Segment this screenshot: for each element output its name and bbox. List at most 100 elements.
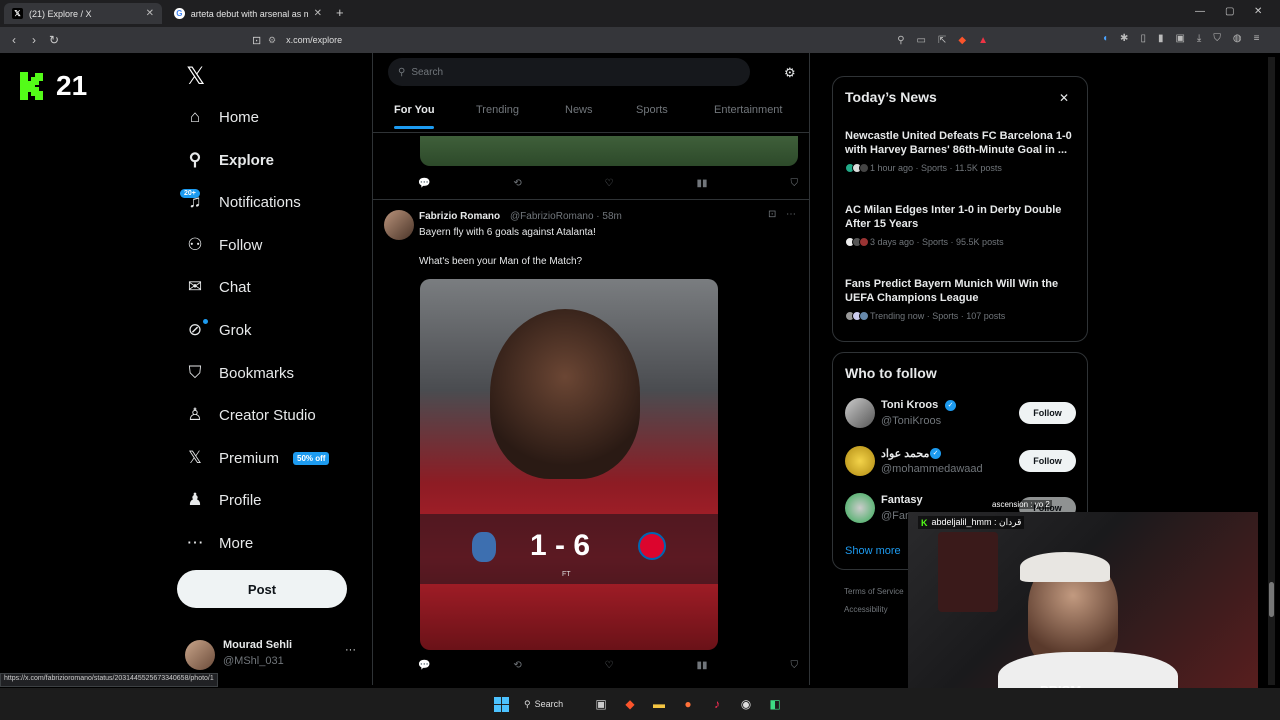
show-more-link[interactable]: Show more bbox=[845, 545, 901, 557]
obs-icon[interactable]: ◉ bbox=[736, 694, 756, 714]
notifications-badge: 20+ bbox=[180, 189, 200, 198]
reply-icon[interactable]: 💬 bbox=[418, 660, 430, 671]
scrollbar-thumb[interactable] bbox=[1269, 582, 1274, 617]
wallet-icon[interactable]: ▣ bbox=[1175, 33, 1184, 44]
avatar[interactable] bbox=[845, 446, 875, 476]
sidebar-item-more[interactable]: ⋯ More bbox=[185, 526, 254, 560]
search-input[interactable]: ⚲ Search bbox=[388, 58, 750, 86]
like-icon[interactable]: ♡ bbox=[605, 660, 614, 671]
maximize-button[interactable]: ▢ bbox=[1225, 6, 1234, 17]
tab-for-you[interactable]: For You bbox=[394, 104, 435, 116]
menu-icon[interactable]: ≡ bbox=[1254, 33, 1260, 44]
brave-shield-icon[interactable]: ◆ bbox=[958, 35, 966, 46]
close-window-button[interactable]: ✕ bbox=[1254, 6, 1262, 17]
share-icon[interactable]: ⇱ bbox=[938, 35, 946, 46]
taskbar-search[interactable]: ⚲ Search bbox=[524, 694, 579, 714]
news-title: Today’s News bbox=[845, 89, 937, 105]
vpn-icon[interactable]: ⛉ bbox=[1213, 33, 1221, 44]
reload-icon[interactable]: ↻ bbox=[44, 33, 64, 47]
tweet-image[interactable]: 1 - 6 FT bbox=[420, 279, 718, 650]
views-icon[interactable]: ▮▮ bbox=[697, 178, 708, 189]
address-bar[interactable]: ⊡ ⚙ x.com/explore ⚲ ▭ ⇱ ◆ ▲ bbox=[252, 31, 988, 49]
terms-link[interactable]: Terms of Service bbox=[844, 587, 904, 596]
close-tab-icon[interactable]: ✕ bbox=[146, 8, 154, 19]
tab-news[interactable]: News bbox=[565, 104, 593, 116]
tweet-avatar[interactable] bbox=[384, 210, 414, 240]
tweet-more-icon[interactable]: ⋯ bbox=[786, 209, 796, 220]
repost-icon[interactable]: ⟲ bbox=[513, 660, 521, 671]
previous-tweet-media[interactable] bbox=[420, 136, 798, 166]
follow-button[interactable]: Follow bbox=[1019, 402, 1076, 424]
sidebar-item-explore[interactable]: ⚲ Explore bbox=[185, 143, 274, 177]
sidebar-icon[interactable]: ▯ bbox=[1140, 33, 1146, 44]
split-view-icon[interactable]: ▮ bbox=[1158, 33, 1164, 44]
account-switcher[interactable]: Mourad Sehli @MShl_031 ··· bbox=[185, 638, 360, 672]
sidebar-item-chat[interactable]: ✉ Chat bbox=[185, 270, 251, 304]
news-item[interactable]: AC Milan Edges Inter 1-0 in Derby Double… bbox=[845, 203, 1077, 247]
avatars-icon bbox=[845, 163, 869, 173]
tab-trending[interactable]: Trending bbox=[476, 104, 519, 116]
windows-start-icon[interactable] bbox=[491, 694, 511, 714]
scrollbar-track[interactable] bbox=[1268, 57, 1275, 685]
avatar[interactable] bbox=[845, 493, 875, 523]
firefox-icon[interactable]: ● bbox=[678, 694, 698, 714]
sidebar-item-notifications[interactable]: ♫ Notifications bbox=[185, 185, 301, 219]
tweet-author[interactable]: Fabrizio Romano bbox=[419, 211, 500, 222]
brave-browser-icon[interactable]: ◆ bbox=[620, 694, 640, 714]
new-tab-button[interactable]: + bbox=[336, 5, 344, 20]
settings-gear-icon[interactable]: ⚙ bbox=[784, 65, 796, 81]
like-icon[interactable]: ♡ bbox=[605, 178, 614, 189]
reply-icon[interactable]: 💬 bbox=[418, 178, 430, 189]
sidebar-item-profile[interactable]: ♟ Profile bbox=[185, 483, 261, 517]
download-icon[interactable]: ⤓ bbox=[1197, 33, 1201, 44]
sidebar-item-bookmarks[interactable]: ⛉ Bookmarks bbox=[185, 356, 294, 390]
app-icon[interactable]: ◧ bbox=[765, 694, 785, 714]
grok-dot bbox=[203, 319, 208, 324]
tiktok-icon[interactable]: ♪ bbox=[707, 694, 727, 714]
search-icon: ⚲ bbox=[524, 698, 531, 709]
browser-tab-google[interactable]: G arteta debut with arsenal as manage ✕ bbox=[166, 3, 330, 24]
site-info-icon[interactable]: ⚙ bbox=[268, 35, 276, 46]
chat-message: ascension : yo 2 bbox=[990, 500, 1052, 509]
bookmark-icon[interactable]: ⛉ bbox=[790, 660, 798, 671]
more-options-icon[interactable]: ··· bbox=[345, 644, 356, 656]
sidebar-item-follow[interactable]: ⚇ Follow bbox=[185, 228, 262, 262]
grok-tweet-icon[interactable]: ⊡ bbox=[768, 209, 776, 220]
verified-icon: ✓ bbox=[945, 400, 956, 411]
avatar[interactable] bbox=[845, 398, 875, 428]
player-figure bbox=[490, 309, 640, 479]
accessibility-link[interactable]: Accessibility bbox=[844, 605, 888, 614]
file-explorer-icon[interactable]: ▬ bbox=[649, 694, 669, 714]
zoom-icon[interactable]: ⚲ bbox=[897, 35, 904, 46]
rewards-icon[interactable]: ▲ bbox=[978, 35, 988, 46]
tab-sports[interactable]: Sports bbox=[636, 104, 668, 116]
sidebar-item-grok[interactable]: ⊘ Grok bbox=[185, 313, 252, 347]
tweet-text: Bayern fly with 6 goals against Atalanta… bbox=[419, 227, 596, 238]
tweet-question: What's been your Man of the Match? bbox=[419, 256, 583, 267]
extensions-icon[interactable]: ✱ bbox=[1120, 33, 1128, 44]
audio-icon[interactable]: ◖ bbox=[1102, 33, 1108, 44]
news-item[interactable]: Fans Predict Bayern Munich Will Win the … bbox=[845, 277, 1077, 321]
divider bbox=[373, 199, 809, 200]
sidebar-item-home[interactable]: ⌂ Home bbox=[185, 100, 259, 134]
browser-tab-explore[interactable]: 𝕏 (21) Explore / X ✕ bbox=[4, 3, 162, 24]
close-tab-icon[interactable]: ✕ bbox=[314, 8, 322, 19]
views-icon[interactable]: ▮▮ bbox=[697, 660, 708, 671]
tab-entertainment[interactable]: Entertainment bbox=[714, 104, 782, 116]
sidebar-item-premium[interactable]: 𝕏 Premium 50% off bbox=[185, 441, 330, 475]
sidebar-item-creator-studio[interactable]: ♙ Creator Studio bbox=[185, 398, 315, 432]
task-view-icon[interactable]: ▣ bbox=[591, 694, 611, 714]
minimize-button[interactable]: — bbox=[1195, 6, 1205, 17]
x-logo-icon[interactable]: 𝕏 bbox=[186, 62, 205, 91]
repost-icon[interactable]: ⟲ bbox=[513, 178, 521, 189]
forward-icon[interactable]: › bbox=[24, 33, 44, 47]
cast-icon[interactable]: ▭ bbox=[917, 35, 926, 46]
bookmark-icon[interactable]: ⛉ bbox=[790, 178, 798, 189]
profile-browser-icon[interactable]: ◍ bbox=[1233, 33, 1242, 44]
news-item[interactable]: Newcastle United Defeats FC Barcelona 1-… bbox=[845, 129, 1077, 173]
bookmark-page-icon[interactable]: ⊡ bbox=[252, 34, 261, 47]
close-icon[interactable]: ✕ bbox=[1059, 91, 1069, 105]
post-button[interactable]: Post bbox=[177, 570, 347, 608]
back-icon[interactable]: ‹ bbox=[4, 33, 24, 47]
follow-button[interactable]: Follow bbox=[1019, 450, 1076, 472]
